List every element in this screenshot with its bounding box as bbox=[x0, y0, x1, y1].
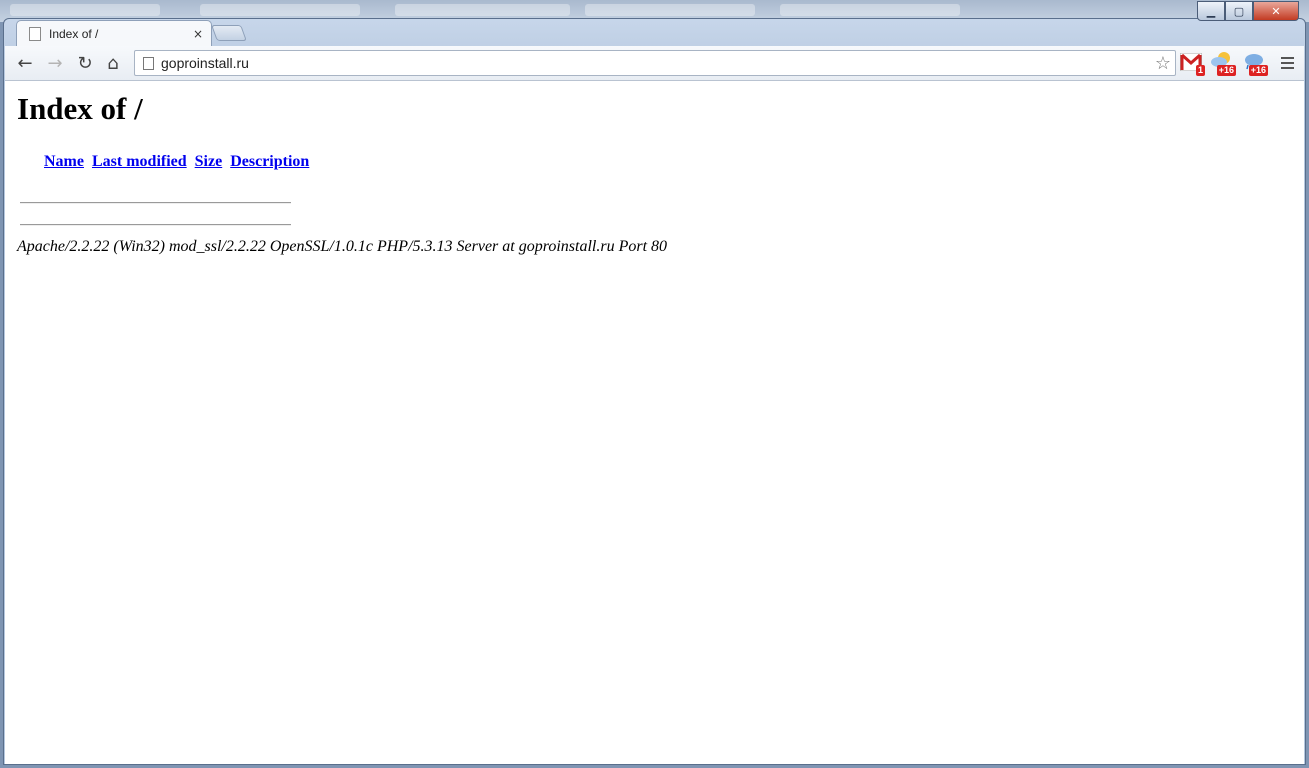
bookmark-star-icon[interactable]: ☆ bbox=[1155, 53, 1171, 74]
gmail-icon[interactable]: 1 bbox=[1179, 50, 1205, 76]
background-tab bbox=[200, 4, 360, 16]
column-name-link[interactable]: Name bbox=[44, 153, 84, 170]
minimize-button[interactable]: ▁ bbox=[1197, 1, 1225, 21]
page-content: Index of / Name Last modified Size Descr… bbox=[5, 81, 1304, 764]
tab-title: Index of / bbox=[49, 27, 99, 41]
menu-icon[interactable] bbox=[1276, 52, 1298, 74]
column-headers: Name Last modified Size Description bbox=[44, 153, 313, 171]
page-title: Index of / bbox=[17, 91, 143, 126]
background-tab bbox=[780, 4, 960, 16]
url-text[interactable]: goproinstall.ru bbox=[161, 55, 1155, 71]
maximize-button[interactable]: ▢ bbox=[1225, 1, 1253, 21]
page-icon bbox=[29, 27, 41, 41]
background-tab bbox=[10, 4, 160, 16]
home-icon[interactable]: ⌂ bbox=[101, 51, 125, 75]
cloud-weather-badge: +16 bbox=[1248, 65, 1268, 76]
column-last-modified-link[interactable]: Last modified bbox=[92, 153, 187, 170]
reload-icon[interactable]: ↻ bbox=[73, 51, 97, 75]
new-tab-button[interactable] bbox=[211, 25, 247, 41]
toolbar: ← → ↻ ⌂ goproinstall.ru ☆ 1 +16 +16 bbox=[5, 46, 1304, 81]
cloud-weather-icon[interactable]: +16 bbox=[1242, 50, 1268, 76]
weather-icon[interactable]: +16 bbox=[1210, 50, 1236, 76]
browser-window: ▁ ▢ ✕ Index of / × ← → ↻ ⌂ goproinstall.… bbox=[3, 1, 1306, 765]
window-caption-buttons: ▁ ▢ ✕ bbox=[1197, 1, 1299, 21]
close-icon[interactable]: × bbox=[193, 27, 203, 41]
back-icon[interactable]: ← bbox=[13, 51, 37, 75]
server-signature: Apache/2.2.22 (Win32) mod_ssl/2.2.22 Ope… bbox=[17, 238, 668, 255]
column-size-link[interactable]: Size bbox=[195, 153, 223, 170]
close-window-button[interactable]: ✕ bbox=[1253, 1, 1299, 21]
page-icon bbox=[143, 56, 154, 70]
address-bar[interactable]: goproinstall.ru ☆ bbox=[134, 50, 1176, 76]
background-tab bbox=[395, 4, 570, 16]
tab-index[interactable]: Index of / × bbox=[16, 20, 212, 47]
gmail-badge: 1 bbox=[1195, 65, 1205, 76]
background-tab bbox=[585, 4, 755, 16]
weather-badge: +16 bbox=[1216, 65, 1236, 76]
divider bbox=[20, 202, 291, 204]
divider bbox=[20, 224, 291, 226]
forward-icon[interactable]: → bbox=[43, 51, 67, 75]
column-description-link[interactable]: Description bbox=[230, 153, 309, 170]
